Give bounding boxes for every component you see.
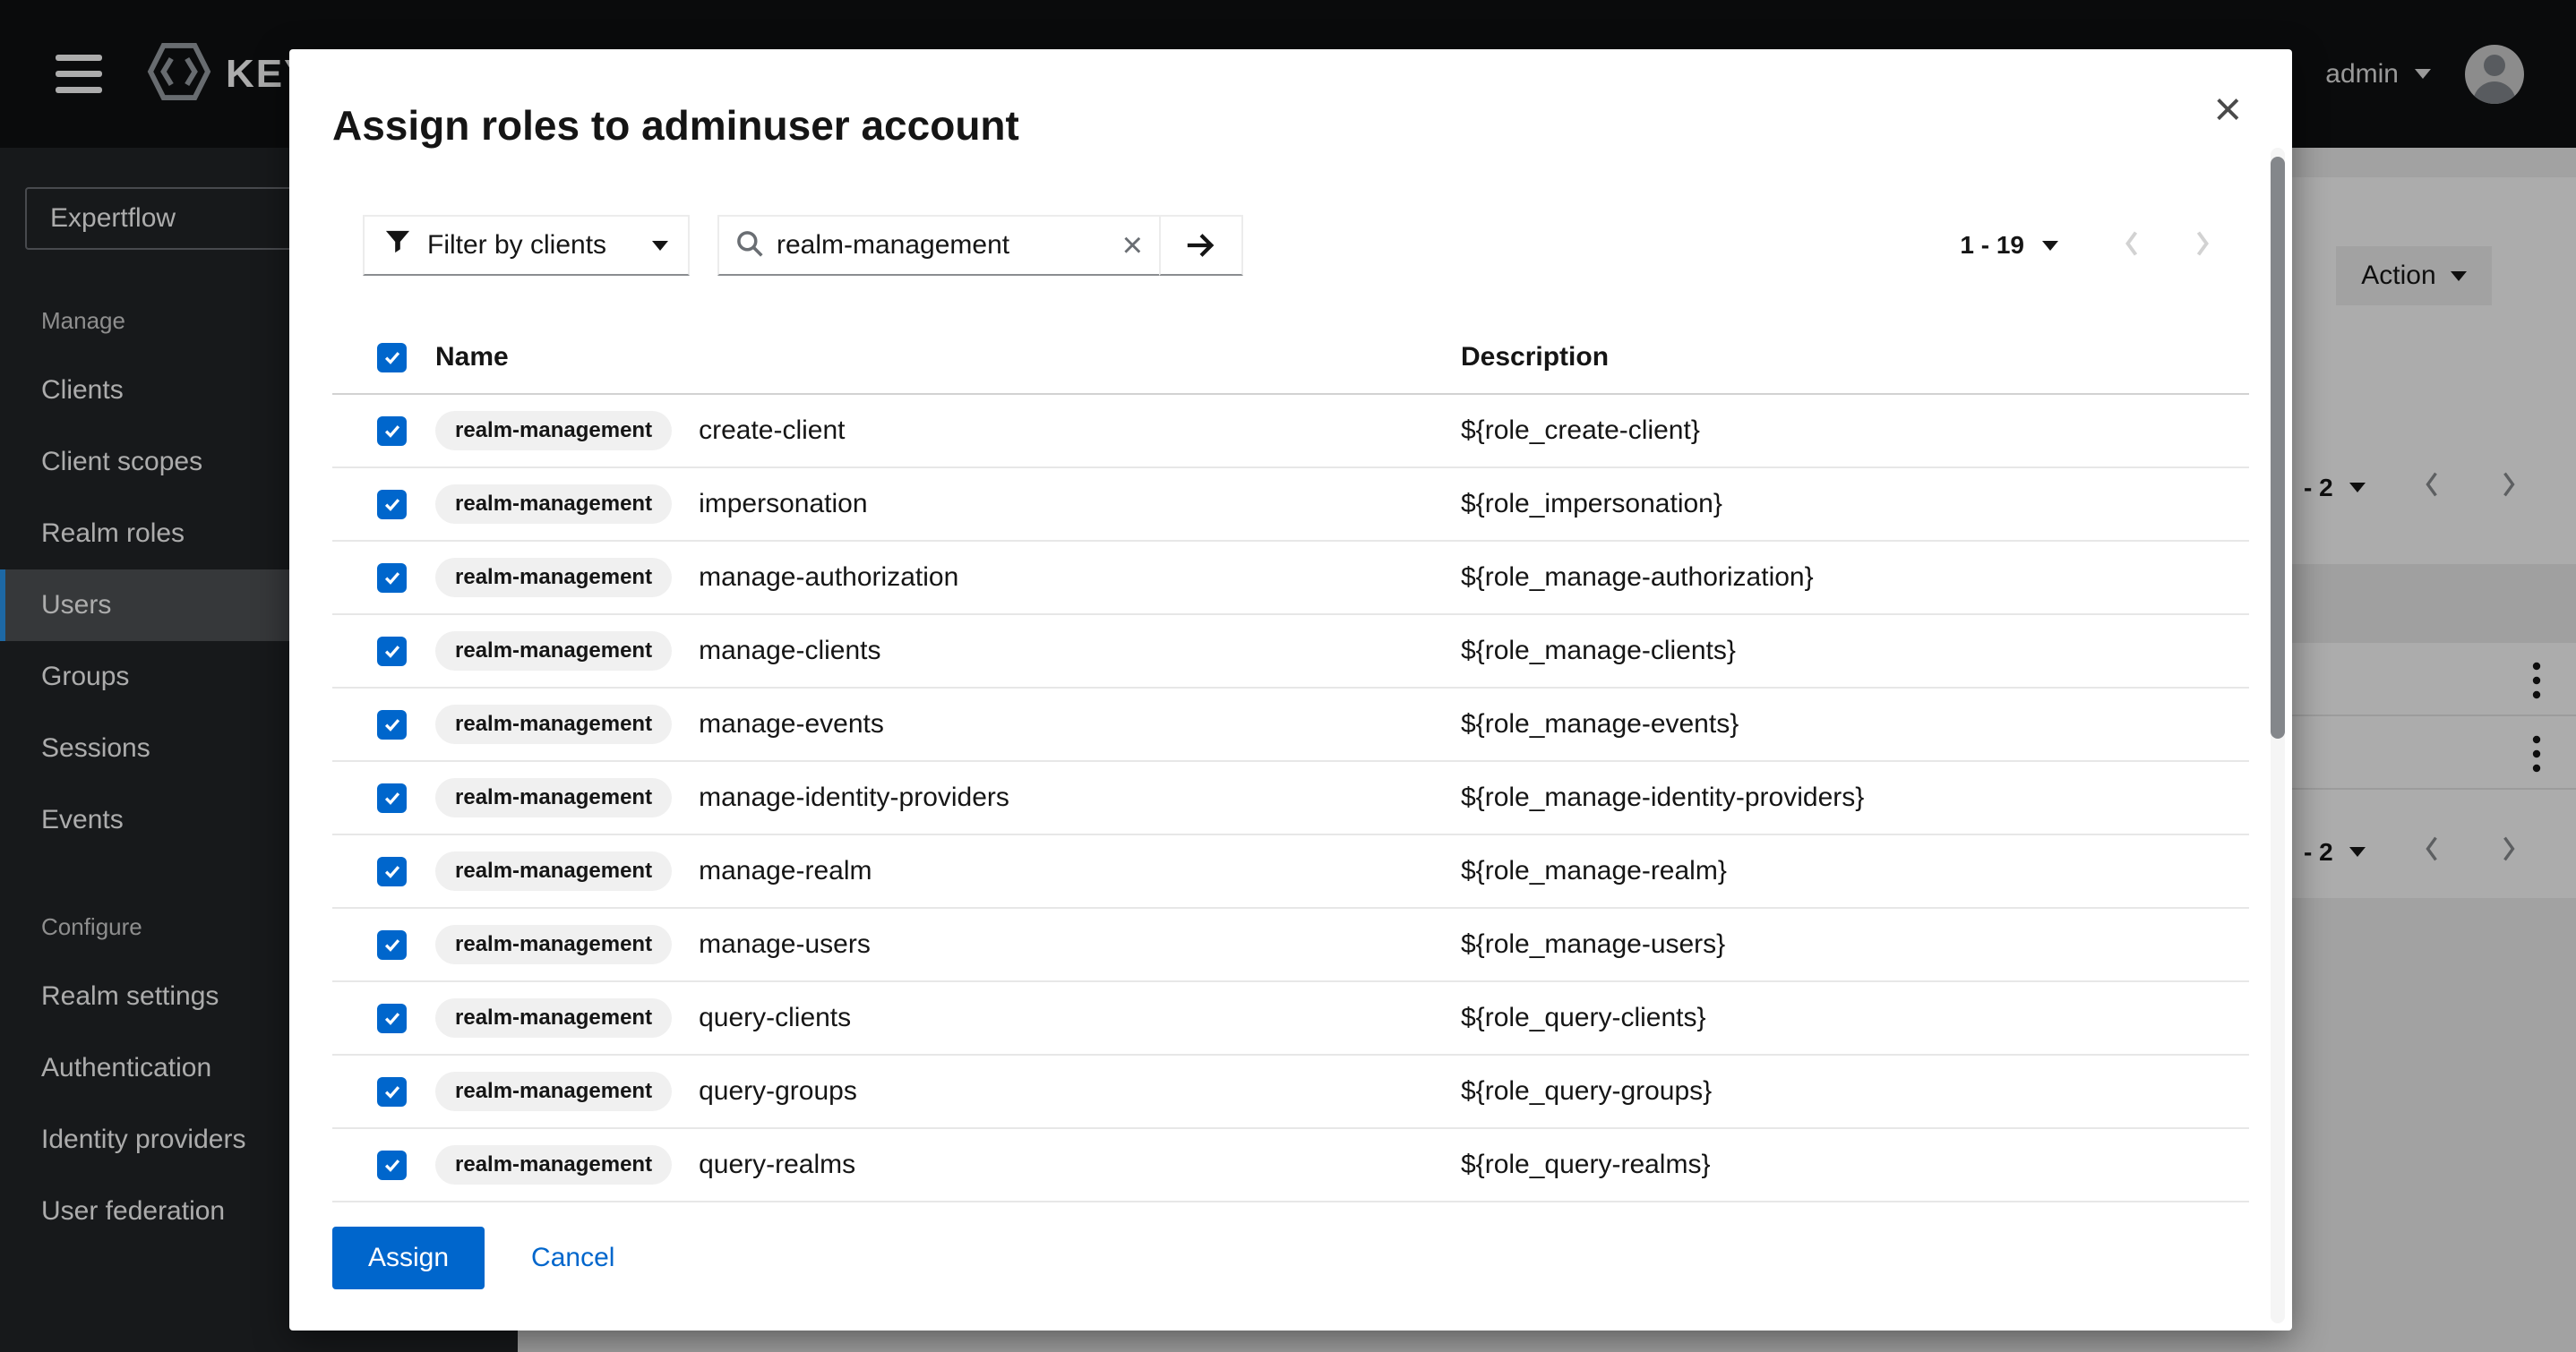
table-row: realm-management impersonation ${role_im… [332, 468, 2249, 542]
client-badge: realm-management [435, 705, 672, 744]
role-name: impersonation [699, 489, 867, 519]
role-description: ${role_manage-authorization} [1461, 562, 2249, 593]
scrollbar-track [2271, 148, 2285, 1323]
table-row: realm-management manage-realm ${role_man… [332, 835, 2249, 909]
column-header-description: Description [1461, 342, 1609, 372]
chevron-left-icon[interactable] [2121, 227, 2142, 264]
modal-pagination: 1 - 19 [1960, 227, 2213, 264]
role-name: manage-clients [699, 636, 880, 666]
role-name: manage-realm [699, 856, 872, 886]
client-badge: realm-management [435, 851, 672, 891]
chevron-right-icon[interactable] [2192, 227, 2213, 264]
role-name: query-groups [699, 1076, 857, 1107]
chevron-down-icon [652, 241, 668, 251]
role-name: create-client [699, 415, 845, 446]
table-row: realm-management create-client ${role_cr… [332, 395, 2249, 468]
role-name: query-clients [699, 1003, 851, 1033]
row-checkbox[interactable] [377, 710, 407, 740]
filter-icon [384, 229, 411, 261]
row-checkbox[interactable] [377, 416, 407, 446]
column-header-name: Name [435, 342, 509, 372]
chevron-down-icon[interactable] [2042, 241, 2058, 251]
search-box[interactable]: × [717, 215, 1159, 276]
role-description: ${role_create-client} [1461, 415, 2249, 446]
row-checkbox[interactable] [377, 563, 407, 593]
role-description: ${role_query-clients} [1461, 1003, 2249, 1033]
search-group: × [717, 215, 1243, 276]
client-badge: realm-management [435, 778, 672, 817]
assign-roles-modal: Assign roles to adminuser account × Filt… [289, 49, 2292, 1331]
modal-toolbar: Filter by clients × 1 - 19 [363, 215, 2249, 276]
row-checkbox[interactable] [377, 637, 407, 666]
clear-search-icon[interactable]: × [1122, 227, 1143, 263]
table-row: realm-management manage-users ${role_man… [332, 909, 2249, 982]
filter-dropdown[interactable]: Filter by clients [363, 215, 690, 276]
assign-button[interactable]: Assign [332, 1227, 485, 1289]
role-description: ${role_manage-identity-providers} [1461, 783, 2249, 813]
client-badge: realm-management [435, 631, 672, 671]
table-row: realm-management query-realms ${role_que… [332, 1129, 2249, 1202]
cancel-button[interactable]: Cancel [531, 1243, 614, 1273]
role-description: ${role_manage-events} [1461, 709, 2249, 740]
client-badge: realm-management [435, 484, 672, 524]
roles-table: Name Description realm-management create… [332, 321, 2249, 1202]
role-name: manage-identity-providers [699, 783, 1009, 813]
client-badge: realm-management [435, 998, 672, 1038]
role-name: manage-users [699, 929, 871, 960]
row-checkbox[interactable] [377, 1077, 407, 1107]
client-badge: realm-management [435, 925, 672, 964]
table-row: realm-management query-groups ${role_que… [332, 1056, 2249, 1129]
role-description: ${role_manage-clients} [1461, 636, 2249, 666]
role-description: ${role_impersonation} [1461, 489, 2249, 519]
search-input[interactable] [777, 230, 1110, 261]
role-name: query-realms [699, 1150, 855, 1180]
role-description: ${role_manage-realm} [1461, 856, 2249, 886]
role-name: manage-authorization [699, 562, 958, 593]
table-row: realm-management manage-identity-provide… [332, 762, 2249, 835]
close-icon[interactable]: × [2213, 85, 2242, 133]
table-row: realm-management query-clients ${role_qu… [332, 982, 2249, 1056]
table-row: realm-management manage-authorization ${… [332, 542, 2249, 615]
role-name: manage-events [699, 709, 884, 740]
select-all-checkbox[interactable] [377, 343, 407, 372]
row-checkbox[interactable] [377, 857, 407, 886]
pagination-range: 1 - 19 [1960, 231, 2024, 260]
client-badge: realm-management [435, 558, 672, 597]
filter-dropdown-label: Filter by clients [427, 230, 606, 261]
table-row: realm-management manage-clients ${role_m… [332, 615, 2249, 689]
row-checkbox[interactable] [377, 930, 407, 960]
role-description: ${role_query-groups} [1461, 1076, 2249, 1107]
table-header-row: Name Description [332, 321, 2249, 395]
row-checkbox[interactable] [377, 1004, 407, 1033]
modal-footer: Assign Cancel [332, 1227, 614, 1289]
row-checkbox[interactable] [377, 490, 407, 519]
search-submit-button[interactable] [1159, 215, 1243, 276]
client-badge: realm-management [435, 1145, 672, 1185]
modal-title: Assign roles to adminuser account [332, 101, 1019, 150]
role-description: ${role_manage-users} [1461, 929, 2249, 960]
client-badge: realm-management [435, 411, 672, 450]
role-description: ${role_query-realms} [1461, 1150, 2249, 1180]
table-row: realm-management manage-events ${role_ma… [332, 689, 2249, 762]
search-icon [735, 229, 764, 262]
scrollbar-thumb[interactable] [2271, 157, 2285, 739]
row-checkbox[interactable] [377, 1151, 407, 1180]
client-badge: realm-management [435, 1072, 672, 1111]
row-checkbox[interactable] [377, 783, 407, 813]
